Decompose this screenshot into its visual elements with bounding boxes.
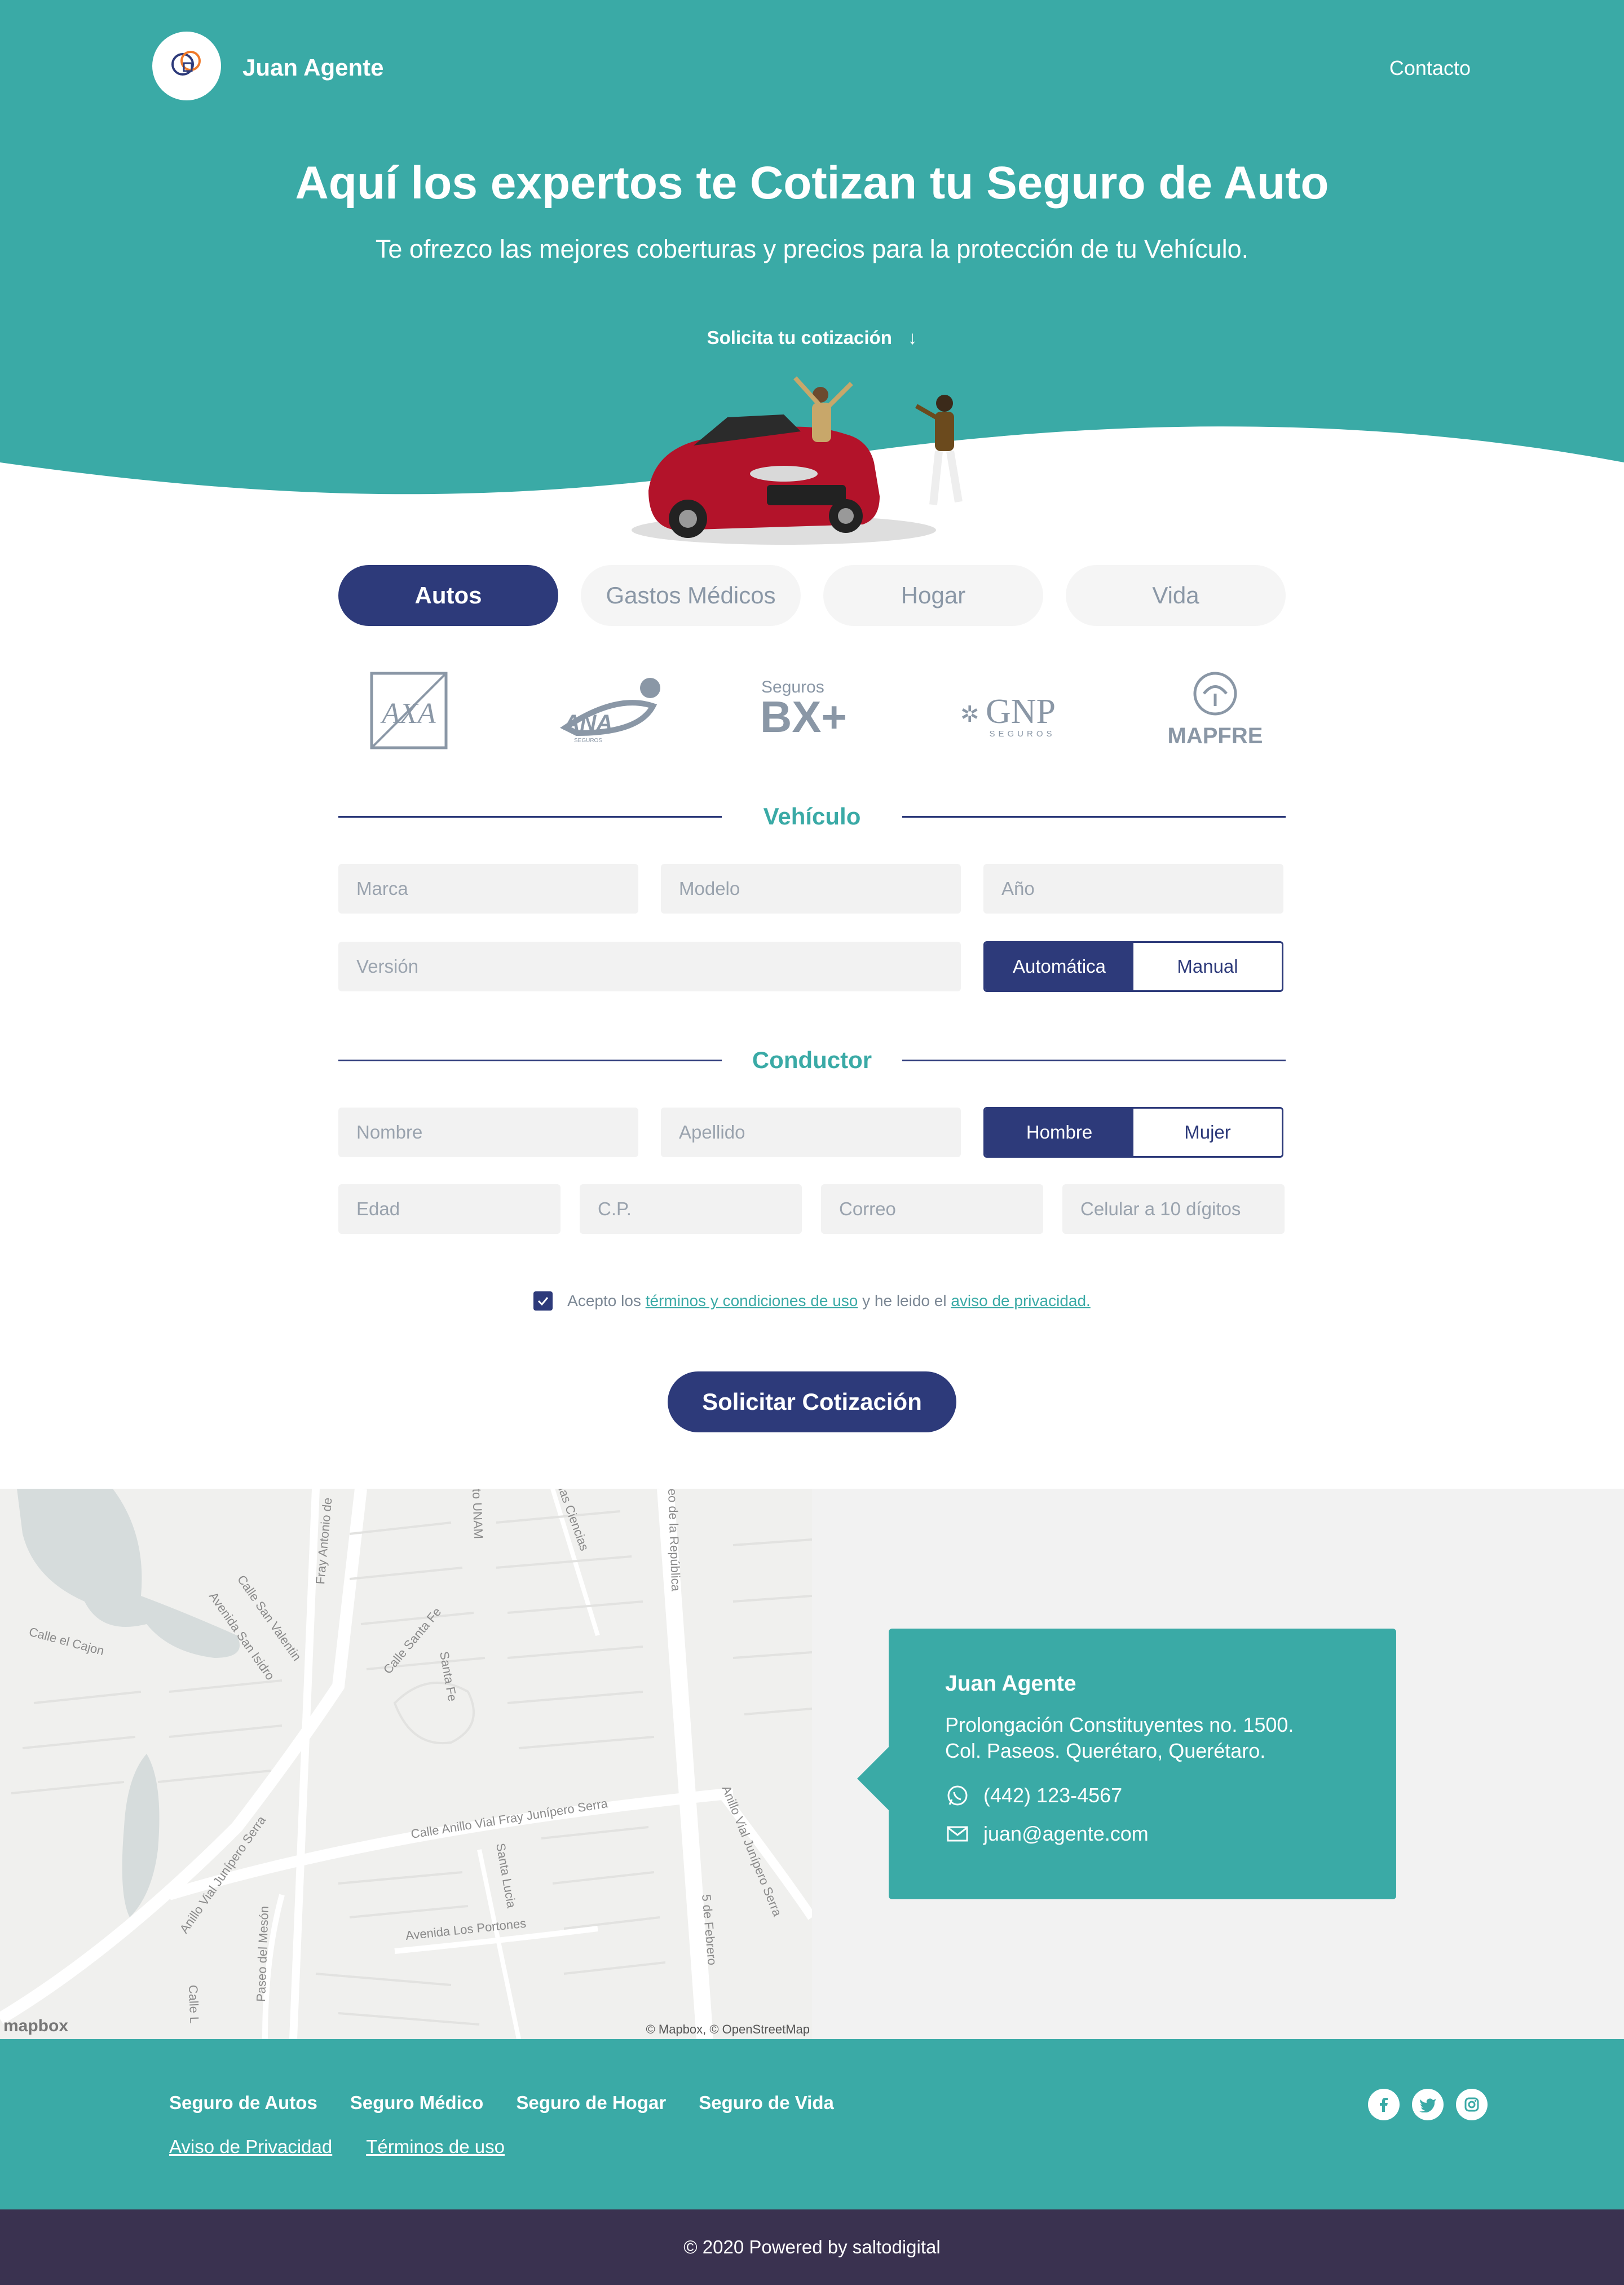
copyright-bar: © 2020 Powered by saltodigital bbox=[0, 2209, 1624, 2285]
axa-logo: AXA bbox=[338, 665, 479, 756]
map[interactable]: Calle el Cajon Calle San Valentin Avenid… bbox=[0, 1489, 812, 2039]
cp-input[interactable] bbox=[580, 1184, 802, 1234]
divider bbox=[338, 1059, 722, 1061]
nav-contact-link[interactable]: Contacto bbox=[1389, 56, 1471, 80]
footer: Seguro de Autos Seguro Médico Seguro de … bbox=[0, 2039, 1624, 2209]
gender-hombre-option[interactable]: Hombre bbox=[985, 1109, 1133, 1156]
map-street-label: Calle L bbox=[186, 1984, 201, 2023]
car-with-people-illustration bbox=[632, 376, 963, 545]
contact-email[interactable]: juan@agente.com bbox=[945, 1821, 1340, 1846]
whatsapp-icon bbox=[945, 1783, 970, 1808]
terms-middle: y he leido el bbox=[858, 1292, 951, 1309]
phone-number: (442) 123-4567 bbox=[983, 1784, 1123, 1807]
axa-logo-text: AXA bbox=[380, 698, 436, 730]
divider bbox=[902, 815, 1286, 818]
apellido-input[interactable] bbox=[661, 1108, 961, 1157]
check-icon bbox=[538, 1297, 549, 1306]
social-links bbox=[1368, 2089, 1488, 2120]
terms-checkbox[interactable] bbox=[533, 1291, 553, 1311]
mapfre-logo: MAPFRE bbox=[1145, 665, 1286, 756]
tab-vida[interactable]: Vida bbox=[1066, 565, 1286, 626]
transmission-automatica-option[interactable]: Automática bbox=[985, 943, 1133, 990]
transmission-toggle: Automática Manual bbox=[983, 941, 1283, 992]
ana-logo: ANA SEGUROS bbox=[540, 665, 681, 756]
contact-address: Prolongación Constituyentes no. 1500. Co… bbox=[945, 1712, 1340, 1764]
ana-logo-text: ANA bbox=[563, 711, 612, 735]
bx-plus-logo: Seguros BX+ bbox=[742, 665, 882, 756]
privacy-link[interactable]: aviso de privacidad. bbox=[951, 1292, 1090, 1310]
hero-title: Aquí los expertos te Cotizan tu Seguro d… bbox=[295, 157, 1329, 209]
hero-section: Juan Agente Contacto Aquí los expertos t… bbox=[0, 0, 1624, 564]
footer-link-medico[interactable]: Seguro Médico bbox=[350, 2092, 484, 2114]
nombre-input[interactable] bbox=[338, 1108, 638, 1157]
company-logo-icon bbox=[171, 51, 201, 76]
footer-terms-link[interactable]: Términos de uso bbox=[366, 2136, 505, 2158]
ana-logo-subtext: SEGUROS bbox=[573, 738, 602, 744]
vehicle-heading: Vehículo bbox=[763, 803, 861, 830]
modelo-input[interactable] bbox=[661, 864, 961, 914]
divider bbox=[902, 1059, 1286, 1061]
anio-input[interactable] bbox=[983, 864, 1283, 914]
submit-quote-button[interactable]: Solicitar Cotización bbox=[668, 1371, 956, 1432]
map-street-label: Anillo Vial Junípero Serra bbox=[719, 1784, 784, 1919]
request-quote-label: Solicita tu cotización bbox=[707, 327, 892, 348]
facebook-icon[interactable] bbox=[1368, 2089, 1400, 2120]
company-logo[interactable] bbox=[152, 32, 221, 100]
version-input[interactable] bbox=[338, 942, 961, 991]
gender-mujer-option[interactable]: Mujer bbox=[1133, 1109, 1282, 1156]
contact-name: Juan Agente bbox=[945, 1671, 1076, 1696]
terms-prefix: Acepto los bbox=[567, 1292, 646, 1309]
location-section: Calle el Cajon Calle San Valentin Avenid… bbox=[0, 1489, 1624, 2039]
mapfre-logo-text: MAPFRE bbox=[1168, 724, 1263, 748]
gnp-logo-subtext: SEGUROS bbox=[989, 729, 1055, 739]
gnp-logo: ✲ GNP SEGUROS bbox=[943, 665, 1084, 756]
footer-nav: Seguro de Autos Seguro Médico Seguro de … bbox=[169, 2092, 834, 2114]
tab-autos[interactable]: Autos bbox=[338, 565, 558, 626]
footer-link-vida[interactable]: Seguro de Vida bbox=[699, 2092, 834, 2114]
footer-legal: Aviso de Privacidad Términos de uso bbox=[169, 2136, 505, 2158]
tab-hogar[interactable]: Hogar bbox=[823, 565, 1043, 626]
map-canvas: Calle el Cajon Calle San Valentin Avenid… bbox=[0, 1489, 812, 2039]
hero-subtitle: Te ofrezco las mejores coberturas y prec… bbox=[375, 235, 1249, 263]
email-address: juan@agente.com bbox=[983, 1822, 1149, 1845]
celular-input[interactable] bbox=[1062, 1184, 1285, 1234]
gender-toggle: Hombre Mujer bbox=[983, 1107, 1283, 1158]
mapbox-logo[interactable]: mapbox bbox=[3, 2017, 68, 2036]
footer-link-hogar[interactable]: Seguro de Hogar bbox=[516, 2092, 666, 2114]
twitter-icon[interactable] bbox=[1412, 2089, 1444, 2120]
transmission-manual-option[interactable]: Manual bbox=[1133, 943, 1282, 990]
address-line-1: Prolongación Constituyentes no. 1500. bbox=[945, 1713, 1294, 1736]
map-street-label: Santa Fe bbox=[437, 1651, 460, 1702]
driver-section-heading: Conductor bbox=[338, 1043, 1286, 1077]
brand-name[interactable]: Juan Agente bbox=[242, 54, 383, 81]
instagram-icon[interactable] bbox=[1456, 2089, 1488, 2120]
address-line-2: Col. Paseos. Querétaro, Querétaro. bbox=[945, 1739, 1266, 1762]
gnp-logo-text: GNP bbox=[986, 692, 1056, 731]
request-quote-link[interactable]: Solicita tu cotización ↓ bbox=[0, 327, 1624, 349]
terms-consent: Acepto los términos y condiciones de uso… bbox=[0, 1291, 1624, 1311]
insurance-type-tabs: Autos Gastos Médicos Hogar Vida bbox=[338, 565, 1286, 626]
map-street-label: Santa Lucia bbox=[493, 1842, 519, 1910]
edad-input[interactable] bbox=[338, 1184, 561, 1234]
divider bbox=[338, 815, 722, 818]
correo-input[interactable] bbox=[821, 1184, 1043, 1234]
contact-card: Juan Agente Prolongación Constituyentes … bbox=[857, 1629, 1396, 1899]
footer-link-autos[interactable]: Seguro de Autos bbox=[169, 2092, 317, 2114]
driver-heading: Conductor bbox=[752, 1047, 872, 1073]
map-street-label: to UNAM bbox=[470, 1489, 486, 1539]
svg-text:✲: ✲ bbox=[960, 702, 979, 727]
contact-phone[interactable]: (442) 123-4567 bbox=[945, 1783, 1340, 1808]
insurer-logos: AXA ANA SEGUROS Seguros BX+ ✲ GNP SEGURO… bbox=[338, 665, 1286, 756]
arrow-down-icon: ↓ bbox=[907, 327, 917, 348]
marca-input[interactable] bbox=[338, 864, 638, 914]
map-attribution[interactable]: © Mapbox, © OpenStreetMap bbox=[646, 2022, 810, 2037]
tab-gastos-medicos[interactable]: Gastos Médicos bbox=[581, 565, 801, 626]
map-street-label: Calle el Cajon bbox=[28, 1625, 106, 1658]
terms-link[interactable]: términos y condiciones de uso bbox=[646, 1292, 858, 1310]
mail-icon bbox=[945, 1821, 970, 1846]
vehicle-section-heading: Vehículo bbox=[338, 800, 1286, 833]
footer-privacy-link[interactable]: Aviso de Privacidad bbox=[169, 2136, 332, 2158]
bx-logo-text: BX+ bbox=[760, 692, 847, 742]
